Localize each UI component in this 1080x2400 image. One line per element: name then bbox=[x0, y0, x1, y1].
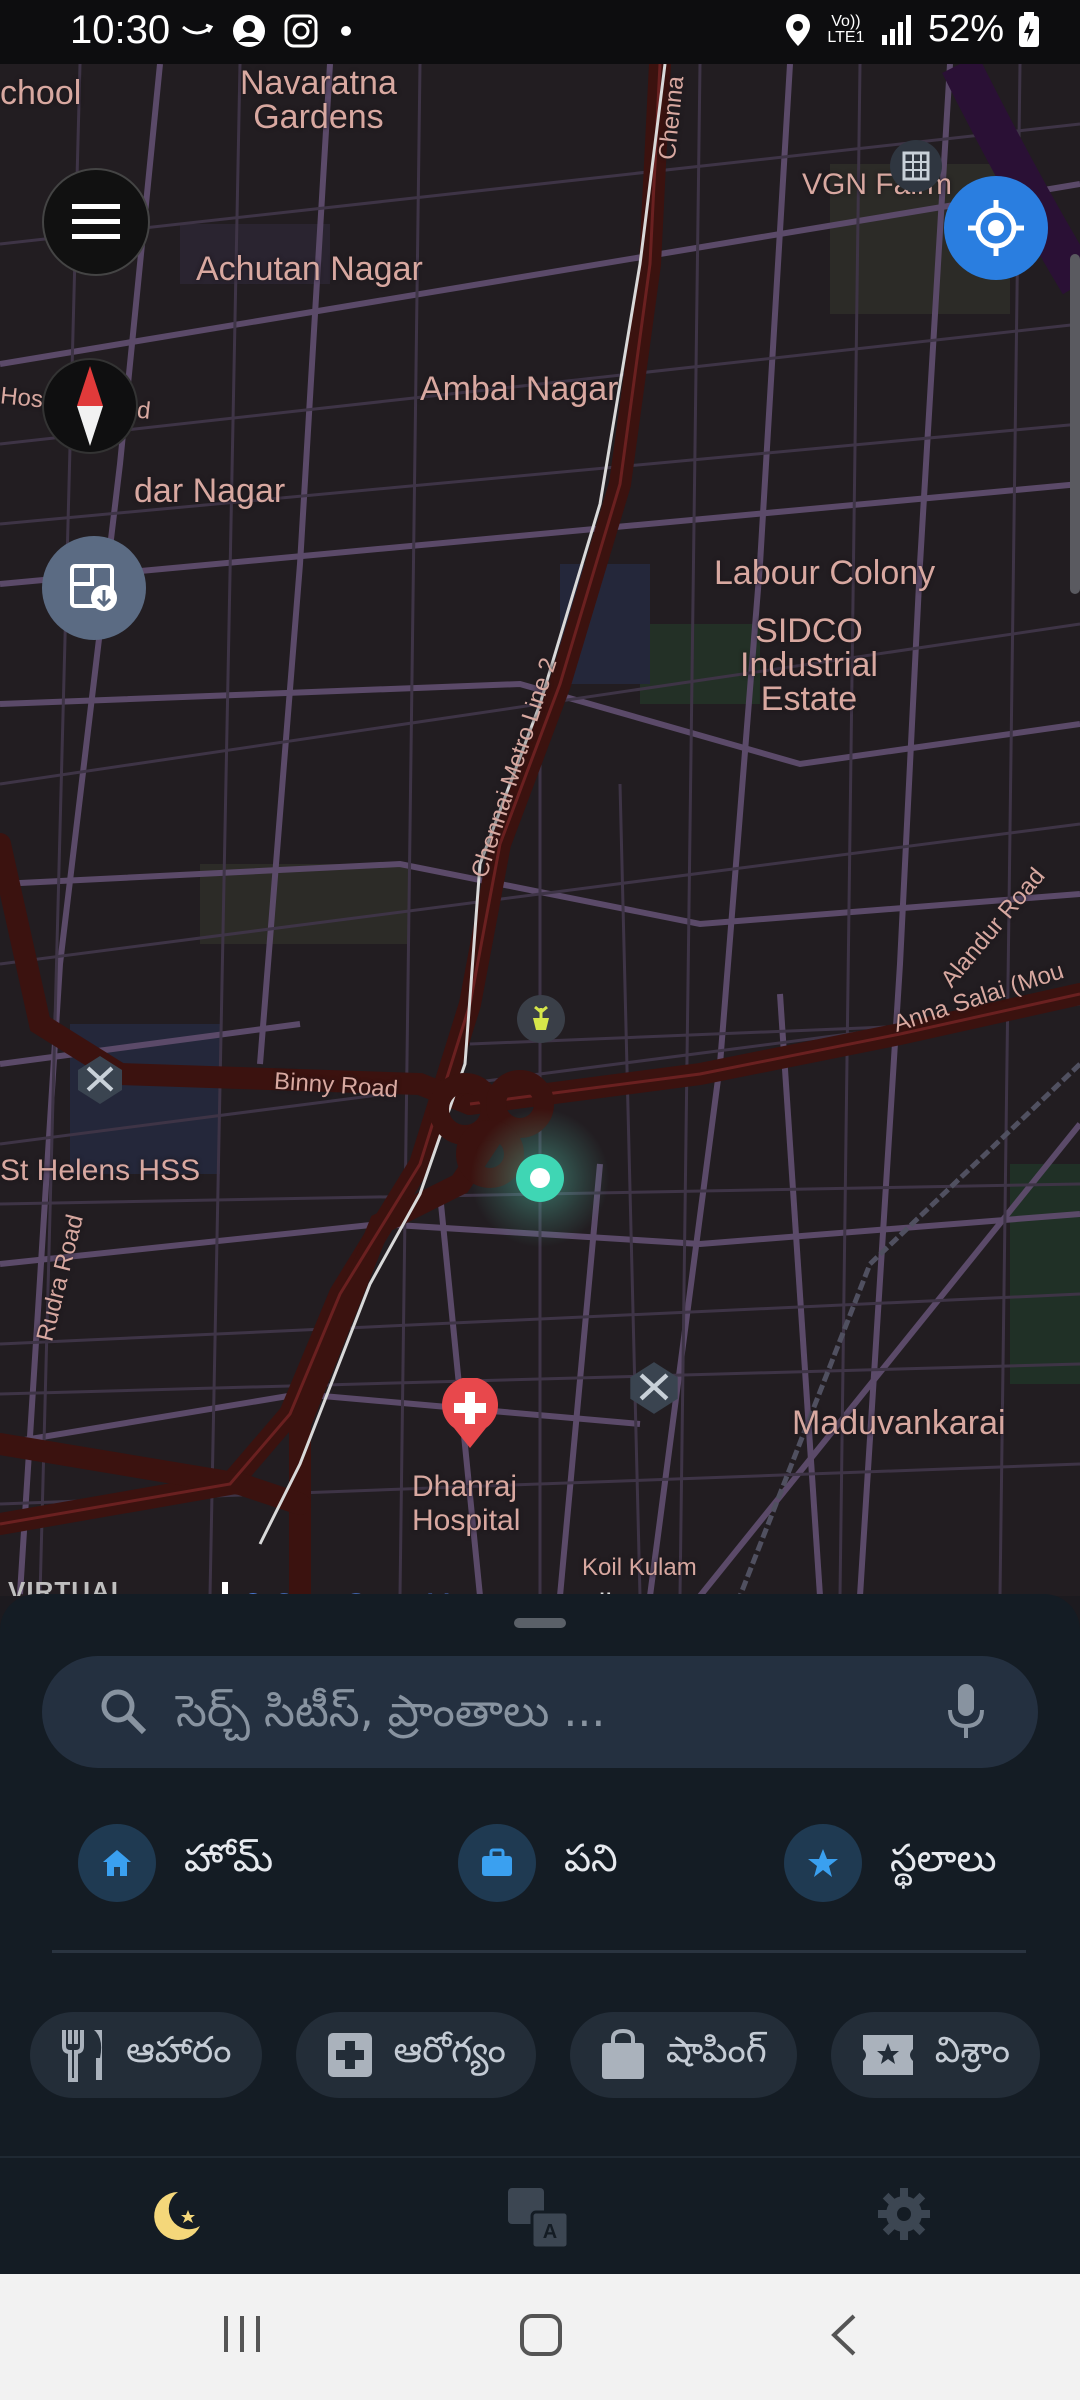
search-bar[interactable]: సెర్చ్ సిటీస్, ప్రాంతాలు ... bbox=[42, 1656, 1038, 1768]
system-nav-bar bbox=[0, 2274, 1080, 2400]
current-location-dot bbox=[516, 1154, 564, 1202]
instagram-icon bbox=[284, 14, 318, 48]
road-network bbox=[0, 64, 1080, 1596]
home-icon bbox=[78, 1824, 156, 1902]
quick-work-label: పని bbox=[564, 1836, 618, 1880]
map-label-st-helens: St Helens HSS bbox=[0, 1154, 201, 1187]
transit-layer-button[interactable] bbox=[890, 140, 942, 192]
dot-icon bbox=[341, 26, 351, 36]
garden-poi-icon[interactable] bbox=[514, 992, 568, 1046]
fork-knife-icon bbox=[62, 2030, 102, 2082]
quick-home[interactable]: హోమ్ bbox=[78, 1824, 273, 1902]
quick-work[interactable]: పని bbox=[458, 1824, 618, 1902]
night-mode-icon[interactable] bbox=[146, 2186, 206, 2246]
my-location-button[interactable] bbox=[944, 176, 1048, 280]
quick-home-label: హోమ్ bbox=[184, 1836, 274, 1880]
battery-charging-icon bbox=[1019, 11, 1039, 47]
map-download-icon bbox=[70, 564, 117, 611]
quick-places-label: స్థలాలు bbox=[890, 1836, 997, 1880]
map-label-navaratna: Navaratna Gardens bbox=[240, 64, 397, 136]
category-chips: ఆహారం ఆరోగ్యం షాపింగ్ విశ్రాం bbox=[30, 2012, 1040, 2098]
hospital-poi-icon[interactable] bbox=[440, 1378, 500, 1450]
hamburger-icon bbox=[72, 204, 120, 239]
building-grid-icon bbox=[902, 151, 930, 181]
recents-icon[interactable] bbox=[220, 2312, 264, 2356]
map-label-maduvankarai: Maduvankarai bbox=[792, 1404, 1006, 1442]
category-food-label: ఆహారం bbox=[126, 2030, 232, 2071]
category-food[interactable]: ఆహారం bbox=[30, 2012, 262, 2098]
quick-places[interactable]: స్థలాలు bbox=[784, 1824, 997, 1902]
category-shopping-label: షాపింగ్ bbox=[665, 2030, 767, 2071]
compass-button[interactable] bbox=[42, 358, 138, 454]
offline-maps-button[interactable] bbox=[42, 536, 146, 640]
sheet-drag-handle[interactable] bbox=[514, 1618, 566, 1628]
search-placeholder: సెర్చ్ సిటీస్, ప్రాంతాలు ... bbox=[176, 1686, 606, 1737]
category-health[interactable]: ఆరోగ్యం bbox=[295, 2012, 536, 2098]
star-icon bbox=[784, 1824, 862, 1902]
category-leisure-label: విశ్రాం bbox=[934, 2030, 1010, 2071]
status-notification-icons bbox=[180, 14, 356, 48]
network-label: Vo)) LTE1 bbox=[827, 12, 865, 46]
amazon-smile-icon bbox=[182, 23, 214, 35]
ticket-star-icon bbox=[862, 2035, 913, 2075]
microphone-icon[interactable] bbox=[946, 1682, 986, 1742]
search-icon bbox=[101, 1689, 147, 1735]
map-label-dar-nagar: dar Nagar bbox=[134, 472, 286, 510]
category-shopping[interactable]: షాపింగ్ bbox=[569, 2012, 797, 2098]
crosshair-location-icon bbox=[968, 200, 1024, 256]
tools-poi-icon-2[interactable] bbox=[626, 1360, 682, 1416]
battery-percent: 52% bbox=[927, 8, 1004, 50]
location-icon bbox=[785, 13, 810, 46]
bottom-sheet: సెర్చ్ సిటీస్, ప్రాంతాలు ... హోమ్ పని స్… bbox=[0, 1594, 1080, 2156]
map-label-school: chool bbox=[0, 74, 82, 112]
category-leisure[interactable]: విశ్రాం bbox=[830, 2012, 1040, 2098]
back-icon[interactable] bbox=[826, 2312, 860, 2358]
map-label-sidco: SIDCO Industrial Estate bbox=[740, 612, 878, 718]
menu-button[interactable] bbox=[42, 168, 150, 276]
map-attribution: VIRTUAL MAZE © OpenStreetMap contributor… bbox=[0, 1574, 1080, 1596]
shopping-bag-icon bbox=[601, 2029, 644, 2079]
compass-icon bbox=[77, 366, 103, 446]
svg-text:A: A bbox=[543, 2221, 557, 2243]
sheet-divider bbox=[52, 1950, 1026, 1953]
settings-gear-icon[interactable] bbox=[876, 2186, 932, 2242]
map-label-achutan: Achutan Nagar bbox=[196, 250, 423, 288]
map-label-labour-colony: Labour Colony bbox=[714, 554, 936, 592]
status-right: Vo)) LTE1 52% bbox=[784, 8, 1040, 51]
app-bottom-nav: A bbox=[0, 2156, 1080, 2276]
category-health-label: ఆరోగ్యం bbox=[393, 2030, 506, 2071]
briefcase-icon bbox=[458, 1824, 536, 1902]
map-label-dhanraj: Dhanraj Hospital bbox=[412, 1470, 521, 1537]
map-view[interactable]: chool Navaratna Gardens Achutan Nagar Am… bbox=[0, 64, 1080, 1596]
signal-icon bbox=[881, 14, 911, 45]
home-nav-icon[interactable] bbox=[518, 2312, 564, 2358]
status-bar: 10:30 Vo)) LTE1 52% bbox=[0, 0, 1080, 64]
account-icon bbox=[233, 15, 265, 47]
translate-icon[interactable]: A bbox=[506, 2186, 572, 2252]
tools-poi-icon[interactable] bbox=[74, 1054, 126, 1106]
medical-cross-icon bbox=[327, 2033, 372, 2077]
status-time: 10:30 bbox=[70, 8, 171, 52]
map-label-ambal: Ambal Nagar bbox=[420, 370, 619, 408]
